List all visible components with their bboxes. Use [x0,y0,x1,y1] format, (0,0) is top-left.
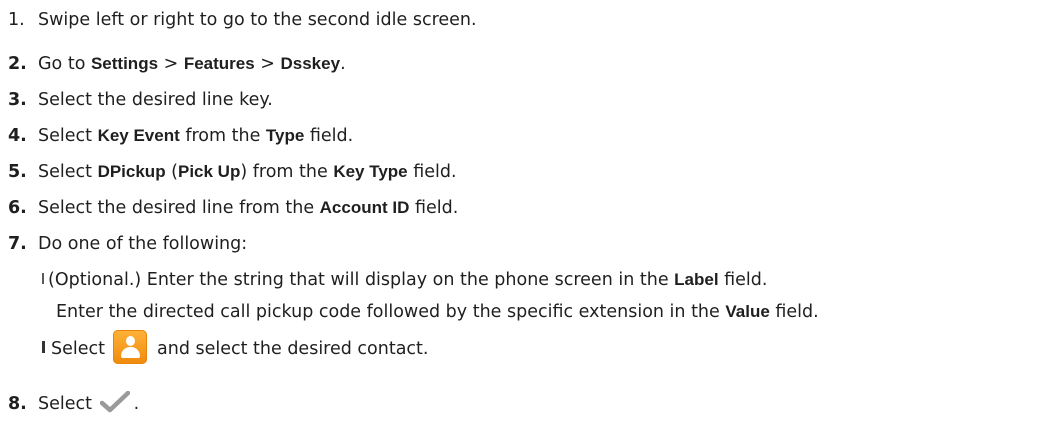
option-text: (Optional.) Enter the string that will d… [48,270,675,290]
step-5: 5. Select DPickup (Pick Up) from the Key … [8,160,457,184]
contact-directory-icon [113,330,147,364]
step-3: 3. Select the desired line key. [8,88,273,112]
checkmark-save-icon [99,391,130,413]
field-key-type: Key Type [333,162,408,181]
contact-head-shape [126,336,135,346]
step-number: 6. [8,198,27,218]
field-value: Value [725,302,770,321]
field-label: Label [674,270,719,289]
separator: > [254,54,281,74]
step-2: 2. Go to Settings > Features > Dsskey. [8,52,346,76]
step-4: 4. Select Key Event from the Type field. [8,124,353,148]
separator: > [158,54,184,74]
step-text: ( [165,162,178,182]
step-7-option-1: (Optional.) Enter the string that will d… [42,268,767,292]
step-number: 1. [8,10,25,30]
menu-features: Features [183,54,255,73]
step-7-option-2: Select and select the desired contact. [42,330,429,366]
step-text: Select [38,394,92,414]
bullet-marker [42,341,45,353]
step-6: 6. Select the desired line from the Accou… [8,196,458,220]
contact-body-shape [121,347,140,358]
step-text: Swipe left or right to go to the second … [38,10,477,30]
step-text: Do one of the following: [38,234,248,254]
step-number: 8. [8,394,27,414]
step-text: Go to [38,54,91,74]
option-text: and select the desired contact. [157,339,429,359]
step-8: 8. Select . [8,391,140,416]
step-number: 5. [8,162,27,182]
step-text: field. [409,198,459,218]
step-7-option-1-continued: Enter the directed call pickup code foll… [56,300,819,324]
field-value-pick-up: Pick Up [177,162,241,181]
step-number: 2. [8,54,27,74]
field-value-dpickup: DPickup [97,162,166,181]
step-7: 7. Do one of the following: [8,232,247,256]
option-text: field. [718,270,768,290]
instruction-page: 1. Swipe left or right to go to the secon… [0,0,1047,434]
bullet-marker [42,272,44,284]
step-text: ) from the [240,162,334,182]
step-number: 4. [8,126,27,146]
step-text: field. [407,162,457,182]
step-text: . [133,394,140,414]
step-text: from the [179,126,266,146]
step-number: 3. [8,90,27,110]
step-text: field. [304,126,354,146]
step-text: Select [38,162,98,182]
field-value-key-event: Key Event [97,126,180,145]
field-type: Type [265,126,305,145]
step-1: 1. Swipe left or right to go to the secon… [8,8,477,32]
menu-dsskey: Dsskey [280,54,341,73]
step-number: 7. [8,234,27,254]
step-text: . [340,54,346,74]
menu-settings: Settings [90,54,159,73]
option-text: Enter the directed call pickup code foll… [56,302,726,322]
option-text: field. [769,302,819,322]
step-text: Select the desired line from the [38,198,320,218]
step-text: Select [38,126,98,146]
step-text: Select the desired line key. [38,90,273,110]
option-text: Select [51,339,105,359]
field-account-id: Account ID [319,198,410,217]
